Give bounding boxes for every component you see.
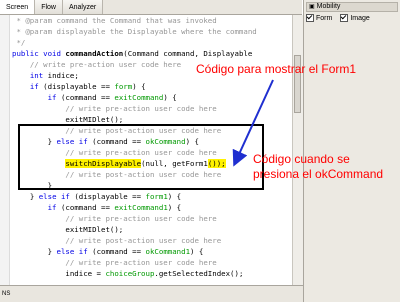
code-token: okCommand1 (145, 247, 191, 256)
code-token: form (114, 82, 133, 91)
code-token: ) { (132, 82, 146, 91)
code-token: if (47, 203, 61, 212)
code-token: } (47, 247, 57, 256)
status-text: NS (2, 291, 11, 297)
tab-analyzer[interactable]: Analyzer (62, 0, 104, 14)
code-token: (command == (92, 247, 146, 256)
code-token: ) { (167, 192, 182, 201)
form-label: Form (316, 14, 333, 22)
code-token: @param command the Command that was invo… (25, 16, 217, 25)
code-line[interactable]: if (command == exitCommand) { (12, 92, 177, 103)
code-line[interactable]: // write pre-action user code here (12, 257, 217, 268)
tab-screen[interactable]: Screen (0, 0, 36, 14)
code-token: (displayable == (74, 192, 146, 201)
code-token: if (47, 93, 61, 102)
code-token: (command == (60, 93, 115, 102)
code-token: (command == (60, 203, 115, 212)
code-line[interactable]: * @param command the Command that was in… (12, 15, 217, 26)
properties-panel: ▣ Mobility Form Image (303, 0, 400, 302)
code-token: @param displayable the Displayable where… (25, 27, 257, 36)
code-token: exitMIDlet(); (65, 225, 124, 234)
code-token: form1 (145, 192, 168, 201)
code-token: exitMIDlet(); (65, 115, 124, 124)
code-token: else if (56, 247, 93, 256)
code-line[interactable]: // write pre-action user code here (12, 59, 181, 70)
collapse-icon[interactable]: ▣ (309, 2, 315, 12)
vertical-scrollbar[interactable] (292, 15, 303, 285)
code-token: public void (12, 49, 66, 58)
code-token: indice = (65, 269, 106, 278)
code-token: exitCommand1 (114, 203, 168, 212)
highlight-box (18, 124, 264, 190)
status-bar: NS (0, 285, 303, 302)
code-token: if (29, 82, 44, 91)
tab-flow[interactable]: Flow (35, 0, 63, 14)
code-indent: */ (12, 38, 26, 47)
code-line[interactable]: indice = choiceGroup.getSelectedIndex(); (12, 268, 243, 279)
code-token: // write pre-action user code here (65, 104, 217, 113)
designer-toolbar: Screen Flow Analyzer (0, 0, 302, 15)
code-token: else if (38, 192, 75, 201)
code-token: int (29, 71, 48, 80)
mobility-header[interactable]: ▣ Mobility (306, 2, 398, 12)
mobility-options: Form Image (306, 14, 370, 22)
code-token: commandAction (65, 49, 124, 58)
annotation-show-form: Código para mostrar el Form1 (196, 62, 357, 76)
code-line[interactable]: } else if (command == okCommand1) { (12, 246, 204, 257)
code-token: // write pre-action user code here (29, 60, 182, 69)
image-checkbox[interactable] (340, 14, 349, 22)
code-line[interactable]: // write post-action user code here (12, 235, 221, 246)
code-token: ) { (167, 203, 182, 212)
code-token: (Command command, Displayable (123, 49, 253, 58)
code-token: } (29, 192, 39, 201)
code-token: choiceGroup (105, 269, 155, 278)
code-token: .getSelectedIndex(); (154, 269, 244, 278)
form-checkbox[interactable] (306, 14, 314, 22)
mobility-title: Mobility (316, 3, 341, 10)
code-line[interactable]: int indice; (12, 70, 79, 81)
code-line[interactable]: public void commandAction(Command comman… (12, 48, 252, 59)
annotation-ok-line1: Código cuando se (253, 152, 350, 166)
code-token: indice; (47, 71, 79, 80)
code-token: // write pre-action user code here (65, 214, 217, 223)
code-token: // write pre-action user code here (65, 258, 217, 267)
code-token: ) { (190, 247, 204, 256)
code-line[interactable]: exitMIDlet(); (12, 224, 123, 235)
code-line[interactable]: // write pre-action user code here (12, 103, 217, 114)
code-line[interactable]: * @param displayable the Displayable whe… (12, 26, 257, 37)
code-token: (displayable == (43, 82, 115, 91)
code-indent: * (12, 16, 26, 25)
annotation-ok-line2: presiona el okCommand (253, 167, 384, 181)
code-token: exitCommand (114, 93, 164, 102)
code-line[interactable]: // write pre-action user code here (12, 213, 217, 224)
code-line[interactable]: } else if (displayable == form1) { (12, 191, 181, 202)
code-line[interactable]: if (displayable == form) { (12, 81, 146, 92)
code-token: // write post-action user code here (65, 236, 222, 245)
editor-gutter (0, 15, 10, 285)
image-label: Image (350, 14, 370, 22)
code-line[interactable]: */ (12, 37, 25, 48)
code-indent: * (12, 27, 26, 36)
code-token: ) { (163, 93, 177, 102)
code-line[interactable]: if (command == exitCommand1) { (12, 202, 182, 213)
